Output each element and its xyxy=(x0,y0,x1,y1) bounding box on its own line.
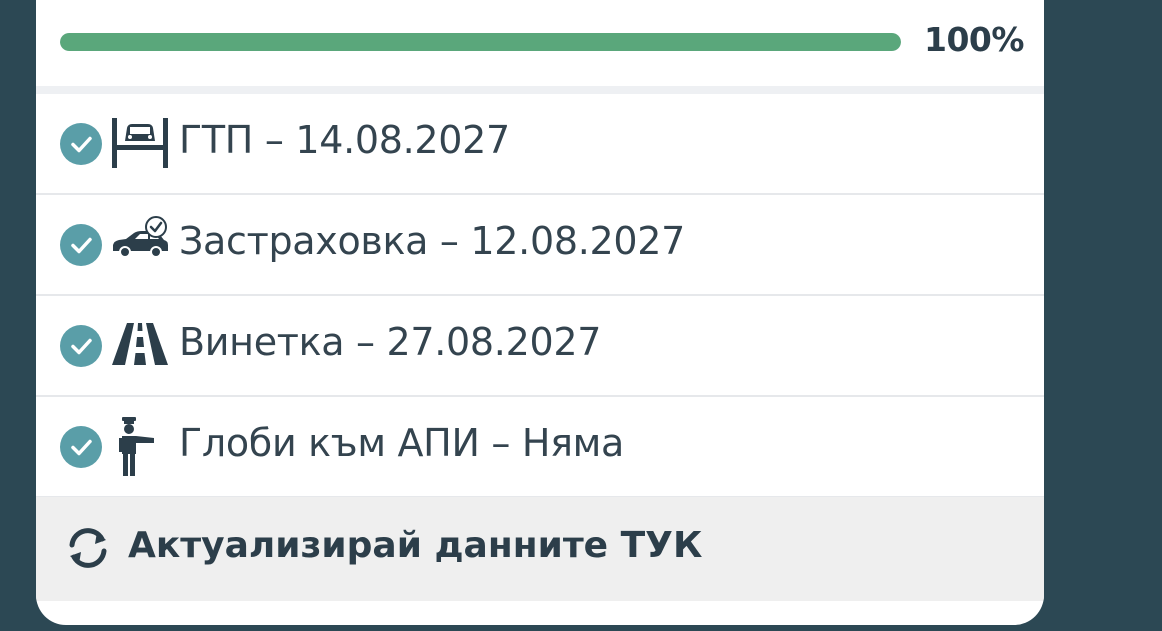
check-icon xyxy=(60,224,102,266)
status-row-fines[interactable]: Глоби към АПИ – Няма xyxy=(36,397,1044,498)
progress-bar-fill xyxy=(60,33,901,51)
progress-percent: 100% xyxy=(924,20,1024,59)
refresh-icon xyxy=(64,526,112,574)
status-label: ГТП – 14.08.2027 xyxy=(179,118,510,162)
car-lift-icon xyxy=(110,116,170,174)
road-icon xyxy=(110,321,170,371)
status-row-insurance[interactable]: Застраховка – 12.08.2027 xyxy=(36,195,1044,296)
car-insurance-icon xyxy=(110,215,172,263)
status-label: Глоби към АПИ – Няма xyxy=(179,421,625,465)
status-label: Застраховка – 12.08.2027 xyxy=(179,219,685,263)
status-label: Винетка – 27.08.2027 xyxy=(179,320,602,364)
refresh-label: Актуализирай данните ТУК xyxy=(128,525,703,566)
status-card: 100% ГТП – 14.08.2027 Застраховка – 12.0… xyxy=(36,0,1044,625)
status-row-gtp[interactable]: ГТП – 14.08.2027 xyxy=(36,94,1044,195)
check-icon xyxy=(60,426,102,468)
check-icon xyxy=(60,325,102,367)
status-row-vignette[interactable]: Винетка – 27.08.2027 xyxy=(36,296,1044,397)
progress-bar xyxy=(60,33,901,51)
separator xyxy=(36,86,1044,94)
progress-section: 100% xyxy=(36,0,1044,86)
check-icon xyxy=(60,123,102,165)
traffic-officer-icon xyxy=(110,416,160,482)
refresh-button[interactable]: Актуализирай данните ТУК xyxy=(36,497,1044,601)
